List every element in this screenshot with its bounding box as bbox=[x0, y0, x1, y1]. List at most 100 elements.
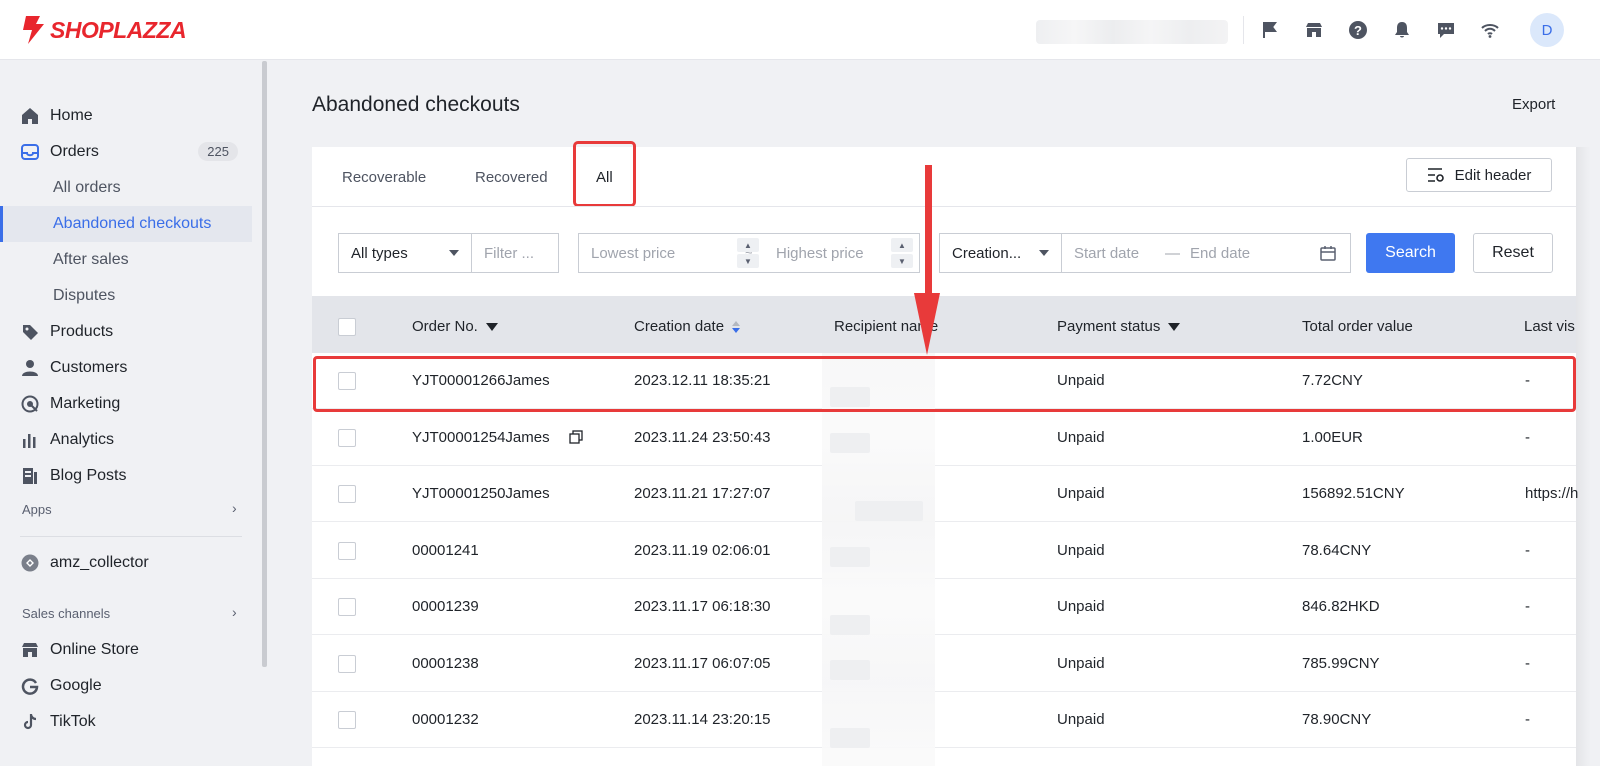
caret-down-icon[interactable] bbox=[485, 322, 498, 331]
home-icon bbox=[20, 106, 40, 126]
payment-status-cell: Unpaid bbox=[1057, 485, 1105, 502]
select-all-checkbox[interactable] bbox=[338, 318, 356, 336]
caret-down-icon bbox=[1039, 250, 1049, 256]
tab-recovered[interactable]: Recovered bbox=[475, 169, 548, 186]
column-order-no[interactable]: Order No. bbox=[412, 318, 498, 335]
order-number-link[interactable]: 00001241 bbox=[412, 542, 479, 559]
payment-status-cell: Unpaid bbox=[1057, 711, 1105, 728]
date-type-value: Creation... bbox=[952, 244, 1022, 262]
wifi-icon[interactable] bbox=[1476, 12, 1504, 48]
table-row[interactable] bbox=[312, 523, 1576, 579]
date-type-select[interactable]: Creation... bbox=[939, 233, 1062, 273]
lowest-price-input[interactable]: Lowest price ▲ ▼ bbox=[578, 233, 766, 273]
sidebar-item-marketing[interactable]: Marketing bbox=[0, 386, 252, 422]
table-row[interactable] bbox=[312, 636, 1576, 692]
highest-price-input[interactable]: Highest price ▲ ▼ bbox=[764, 233, 920, 273]
calendar-icon[interactable] bbox=[1320, 245, 1336, 261]
sidebar-item-tiktok[interactable]: TikTok bbox=[0, 704, 252, 740]
sidebar-item-google[interactable]: Google bbox=[0, 668, 252, 704]
chevron-right-icon[interactable]: › bbox=[232, 500, 237, 516]
chevron-down-icon[interactable]: ▼ bbox=[891, 254, 913, 268]
row-checkbox[interactable] bbox=[338, 711, 356, 729]
shoplazza-logo[interactable]: SHOPLAZZA bbox=[20, 14, 187, 46]
sales-channels-label[interactable]: Sales channels bbox=[22, 606, 110, 621]
edit-header-label: Edit header bbox=[1454, 166, 1532, 184]
order-number-link[interactable]: 00001238 bbox=[412, 655, 479, 672]
order-number-link[interactable]: 00001232 bbox=[412, 711, 479, 728]
reset-button[interactable]: Reset bbox=[1473, 233, 1553, 273]
tab-all-highlight bbox=[573, 141, 636, 207]
table-row[interactable] bbox=[312, 579, 1576, 635]
column-label: Creation date bbox=[634, 318, 725, 335]
sidebar-item-customers[interactable]: Customers bbox=[0, 350, 252, 386]
column-payment-status[interactable]: Payment status bbox=[1057, 318, 1181, 335]
chevron-right-icon[interactable]: › bbox=[232, 604, 237, 620]
last-visited-cell: - bbox=[1525, 429, 1530, 446]
table-row[interactable] bbox=[312, 692, 1576, 748]
sidebar-item-label: Online Store bbox=[50, 641, 139, 658]
logo-mark-icon bbox=[23, 16, 44, 44]
redacted-text bbox=[830, 615, 870, 635]
tab-recoverable[interactable]: Recoverable bbox=[342, 169, 426, 186]
caret-down-icon[interactable] bbox=[1168, 322, 1181, 331]
sidebar-item-label: Orders bbox=[50, 143, 99, 160]
row-checkbox[interactable] bbox=[338, 542, 356, 560]
caret-down-icon bbox=[449, 250, 459, 256]
filter-input[interactable]: Filter ... bbox=[471, 233, 559, 273]
edit-header-button[interactable]: Edit header bbox=[1406, 158, 1552, 192]
total-order-value-cell: 78.90CNY bbox=[1302, 711, 1372, 728]
bell-icon[interactable] bbox=[1388, 12, 1416, 48]
date-range-picker[interactable]: Start date — End date bbox=[1061, 233, 1351, 273]
sidebar-item-disputes[interactable]: Disputes bbox=[0, 278, 252, 314]
redacted-text bbox=[830, 728, 870, 748]
row-checkbox[interactable] bbox=[338, 485, 356, 503]
total-order-value-cell: 1.00EUR bbox=[1302, 429, 1363, 446]
total-order-value-cell: 78.64CNY bbox=[1302, 542, 1372, 559]
sidebar-item-amz-collector[interactable]: amz_collector bbox=[0, 545, 252, 581]
edit-columns-icon bbox=[1427, 168, 1444, 182]
highest-price-placeholder: Highest price bbox=[776, 244, 864, 262]
sidebar-item-blog-posts[interactable]: Blog Posts bbox=[0, 458, 252, 494]
sidebar-item-label: TikTok bbox=[50, 713, 96, 730]
search-button[interactable]: Search bbox=[1366, 233, 1455, 273]
order-number-link[interactable]: YJT00001254James bbox=[412, 429, 550, 446]
order-number-link[interactable]: YJT00001250James bbox=[412, 485, 550, 502]
sort-icon[interactable] bbox=[732, 320, 741, 333]
sidebar-item-label: Google bbox=[50, 677, 102, 694]
chevron-up-icon[interactable]: ▲ bbox=[891, 238, 913, 252]
column-total-order-value: Total order value bbox=[1302, 318, 1413, 335]
store-name-redacted[interactable] bbox=[1036, 20, 1228, 44]
type-select[interactable]: All types bbox=[338, 233, 472, 273]
row-checkbox[interactable] bbox=[338, 598, 356, 616]
sidebar-item-products[interactable]: Products bbox=[0, 314, 252, 350]
sidebar-scrollbar[interactable] bbox=[262, 61, 267, 667]
sidebar-item-label: Home bbox=[50, 107, 93, 124]
row-checkbox[interactable] bbox=[338, 655, 356, 673]
help-icon[interactable]: ? bbox=[1344, 12, 1372, 48]
sidebar-item-abandoned-checkouts[interactable]: Abandoned checkouts bbox=[0, 206, 252, 242]
sidebar: Home Orders 225 All orders Abandoned che… bbox=[0, 61, 258, 766]
export-button[interactable]: Export bbox=[1512, 96, 1555, 113]
top-bar: SHOPLAZZA ? D bbox=[0, 0, 1600, 60]
last-visited-cell: https://h bbox=[1525, 485, 1579, 502]
total-order-value-cell: 785.99CNY bbox=[1302, 655, 1380, 672]
store-icon[interactable] bbox=[1300, 12, 1328, 48]
google-icon bbox=[20, 676, 40, 696]
row-checkbox[interactable] bbox=[338, 429, 356, 447]
avatar[interactable]: D bbox=[1530, 13, 1564, 47]
filter-placeholder: Filter ... bbox=[484, 244, 535, 262]
price-stepper[interactable]: ▲ ▼ bbox=[891, 238, 913, 268]
order-number-link[interactable]: 00001239 bbox=[412, 598, 479, 615]
chat-icon[interactable] bbox=[1432, 12, 1460, 48]
apps-section-label[interactable]: Apps bbox=[22, 502, 52, 517]
sidebar-item-all-orders[interactable]: All orders bbox=[0, 170, 252, 206]
flag-icon[interactable] bbox=[1256, 12, 1284, 48]
sidebar-item-home[interactable]: Home bbox=[0, 98, 252, 134]
column-creation-date[interactable]: Creation date bbox=[634, 318, 741, 335]
sidebar-item-analytics[interactable]: Analytics bbox=[0, 422, 252, 458]
sidebar-item-label: Blog Posts bbox=[50, 467, 127, 484]
sidebar-item-online-store[interactable]: Online Store bbox=[0, 632, 252, 668]
sidebar-item-after-sales[interactable]: After sales bbox=[0, 242, 252, 278]
sidebar-item-orders[interactable]: Orders 225 bbox=[0, 134, 252, 170]
copy-icon[interactable] bbox=[569, 430, 583, 449]
